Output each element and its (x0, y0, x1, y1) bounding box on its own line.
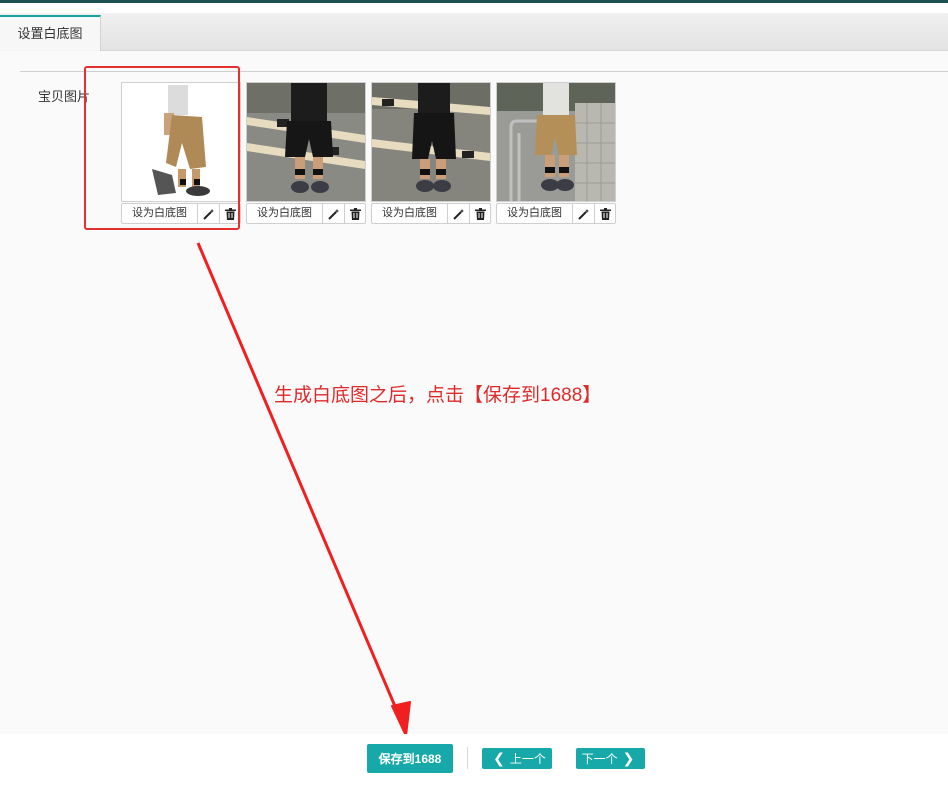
product-image[interactable] (246, 82, 366, 202)
magic-wand-icon (577, 208, 589, 220)
image-toolbar: 设为白底图 (246, 203, 366, 224)
set-white-bg-button[interactable]: 设为白底图 (497, 204, 573, 223)
next-button[interactable]: 下一个 ❯ (576, 748, 645, 769)
street-photo-illustration (497, 83, 615, 201)
image-card: 设为白底图 (371, 82, 491, 224)
footer-bar: 保存到1688 ❮ 上一个 下一个 ❯ (0, 734, 948, 790)
save-to-1688-button[interactable]: 保存到1688 (367, 744, 453, 773)
set-white-bg-button[interactable]: 设为白底图 (372, 204, 448, 223)
image-toolbar: 设为白底图 (371, 203, 491, 224)
product-image[interactable] (371, 82, 491, 202)
street-photo-illustration (247, 83, 365, 201)
magic-wand-icon (327, 208, 339, 220)
next-label: 下一个 (581, 752, 618, 766)
tab-set-white-background[interactable]: 设置白底图 (0, 15, 101, 52)
annotation-text: 生成白底图之后，点击【保存到1688】 (274, 385, 602, 406)
chevron-left-icon: ❮ (493, 750, 505, 766)
magic-wand-button[interactable] (573, 204, 594, 223)
delete-button[interactable] (594, 204, 615, 223)
product-image[interactable] (496, 82, 616, 202)
image-toolbar: 设为白底图 (496, 203, 616, 224)
highlight-box (84, 66, 240, 230)
image-card: 设为白底图 (246, 82, 366, 224)
set-white-bg-button[interactable]: 设为白底图 (247, 204, 323, 223)
street-photo-illustration (372, 83, 490, 201)
top-accent-line (0, 0, 948, 3)
trash-icon (349, 207, 361, 220)
magic-wand-button[interactable] (448, 204, 469, 223)
previous-button[interactable]: ❮ 上一个 (482, 748, 552, 769)
trash-icon (474, 207, 486, 220)
magic-wand-icon (452, 208, 464, 220)
tab-bar: 设置白底图 (0, 13, 948, 52)
delete-button[interactable] (469, 204, 490, 223)
delete-button[interactable] (344, 204, 365, 223)
chevron-right-icon: ❯ (622, 750, 635, 766)
footer-separator (467, 747, 468, 769)
magic-wand-button[interactable] (323, 204, 344, 223)
trash-icon (599, 207, 611, 220)
field-label-product-images: 宝贝图片 (38, 89, 91, 104)
image-card: 设为白底图 (496, 82, 616, 224)
previous-label: 上一个 (509, 752, 546, 766)
